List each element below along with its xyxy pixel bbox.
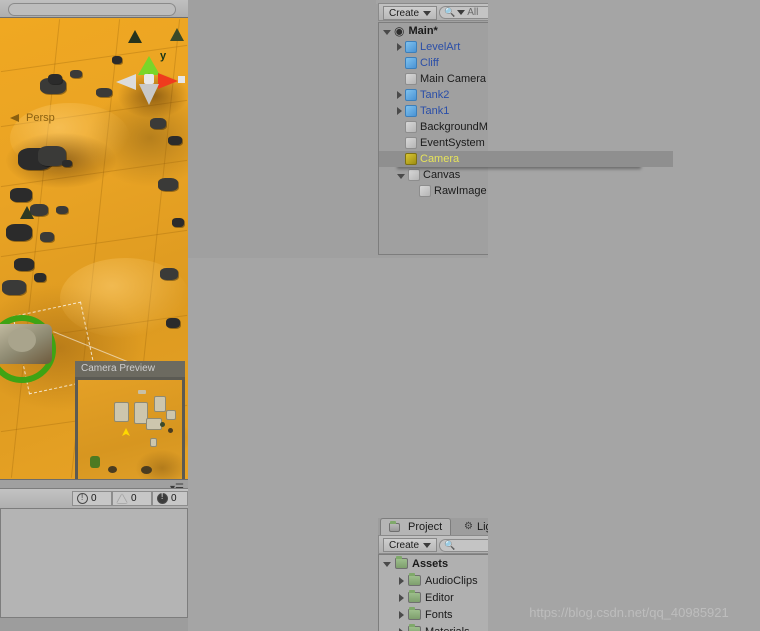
chevron-right-icon[interactable] (399, 576, 404, 585)
project-panel: Project ⚙ Lighting 🔒 ▾☰ Create 🔍 👤 🏷 Ass… (188, 258, 674, 631)
hierarchy-item-camera[interactable]: Camera (379, 151, 673, 167)
console-warning-count: 0 (131, 493, 137, 504)
cube-yellow-icon (405, 153, 417, 165)
scene-tree (20, 206, 34, 219)
gizmo-x-axis-cone[interactable] (158, 73, 178, 89)
scene-view-toolbar (0, 0, 188, 18)
minimap-player-marker (90, 456, 100, 468)
project-item-label: Assets (412, 557, 449, 570)
minimap-aim-arrow (122, 428, 130, 436)
scene-search-input[interactable] (8, 3, 176, 16)
console-info-count: 0 (91, 493, 97, 504)
folder-icon (408, 590, 421, 603)
hierarchy-create-button[interactable]: Create (383, 6, 438, 20)
chevron-right-icon[interactable] (399, 610, 404, 619)
tab-project-label: Project (408, 521, 443, 533)
hierarchy-search-placeholder: All (467, 7, 479, 18)
inspector-panel: Camera Static Tag Untagged ▲▼ Layer Defa… (488, 0, 760, 631)
gizmo-y-label: y (160, 50, 167, 62)
gizmo-negative-x-cone[interactable] (116, 74, 136, 90)
cube-grey-icon (405, 121, 417, 133)
scene-view-panel: y Persp Camera Preview ! 0 0 ! 0 (0, 0, 188, 631)
error-icon: ! (157, 492, 168, 504)
console-error-count: 0 (171, 493, 177, 504)
cube-grey-icon (408, 169, 420, 181)
transform-move-gizmo[interactable]: y (116, 48, 185, 108)
console-info-badge[interactable]: ! 0 (72, 491, 112, 506)
chevron-down-icon[interactable] (397, 173, 405, 179)
hierarchy-item-label: EventSystem (420, 137, 485, 149)
hierarchy-create-label: Create (389, 7, 420, 19)
hierarchy-item-label: LevelArt (420, 41, 461, 53)
gizmo-center-handle[interactable] (144, 74, 154, 84)
folder-icon (395, 556, 408, 569)
project-create-label: Create (389, 539, 420, 551)
camera-preview-image (75, 377, 185, 479)
chevron-down-icon[interactable] (383, 29, 391, 35)
chevron-right-icon[interactable] (397, 91, 402, 99)
hierarchy-item-label: Camera (420, 153, 460, 165)
project-item-label: Materials (425, 626, 470, 631)
cube-blue-icon (405, 57, 417, 69)
camera-preview-window: Camera Preview (75, 361, 185, 479)
watermark-text: https://blog.csdn.net/qq_40985921 (529, 605, 729, 620)
folder-icon (408, 624, 421, 631)
unity-scene-icon: ◉ (394, 24, 405, 38)
chevron-down-icon (423, 542, 432, 548)
hierarchy-item-label: RawImage (434, 185, 487, 197)
folder-icon (408, 607, 421, 620)
console-warning-badge[interactable]: 0 (112, 491, 152, 506)
console-error-badge[interactable]: ! 0 (152, 491, 188, 506)
project-create-button[interactable]: Create (383, 538, 438, 552)
lighting-icon: ⚙ (464, 521, 473, 532)
console-toolbar: ! 0 0 ! 0 (0, 488, 188, 508)
hierarchy-item-label: Tank2 (420, 89, 450, 101)
project-item-label: Fonts (425, 608, 453, 621)
persp-arrow-icon (10, 114, 19, 122)
chevron-down-icon (423, 10, 432, 16)
chevron-right-icon[interactable] (399, 593, 404, 602)
chevron-right-icon[interactable] (399, 627, 404, 631)
chevron-down-icon (457, 10, 466, 15)
hierarchy-item-label: Main Camera (420, 73, 487, 85)
scene-tree (170, 28, 184, 41)
project-item-label: Editor (425, 591, 454, 604)
scene-orientation-gizmo[interactable]: Persp (8, 78, 78, 126)
cube-blue-icon (405, 41, 417, 53)
cube-blue-icon (405, 105, 417, 117)
cube-grey-icon (405, 137, 417, 149)
folder-icon (389, 520, 400, 532)
cube-grey-icon (405, 73, 417, 85)
tank-turret (8, 328, 36, 352)
folder-icon (408, 573, 421, 586)
search-icon: 🔍 (444, 7, 456, 17)
hierarchy-item-label: Tank1 (420, 105, 450, 117)
gizmo-z-axis-cone[interactable] (139, 84, 159, 105)
chevron-down-icon[interactable] (383, 562, 391, 567)
scene-tree (128, 30, 142, 43)
warning-icon (117, 493, 128, 504)
cube-grey-icon (419, 185, 431, 197)
scene-name-label: Main* (408, 25, 438, 37)
tab-project[interactable]: Project (380, 518, 452, 535)
camera-preview-title: Camera Preview (75, 361, 185, 377)
hierarchy-item-label: Canvas (423, 169, 461, 181)
chevron-right-icon[interactable] (397, 43, 402, 51)
gizmo-x-handle[interactable] (178, 76, 185, 83)
info-icon: ! (77, 493, 88, 504)
console-output-area[interactable] (0, 508, 188, 618)
hierarchy-panel: Create 🔍 All ◉ Main* ▾☰ LevelArt›CliffMa… (188, 0, 676, 258)
scene-viewport[interactable]: y Persp Camera Preview (0, 18, 188, 479)
persp-label: Persp (26, 112, 55, 124)
project-item-label: AudioClips (425, 574, 478, 587)
search-icon: 🔍 (444, 540, 456, 550)
chevron-right-icon[interactable] (397, 107, 402, 115)
hierarchy-item-label: Cliff (420, 57, 439, 69)
cube-blue-icon (405, 89, 417, 101)
